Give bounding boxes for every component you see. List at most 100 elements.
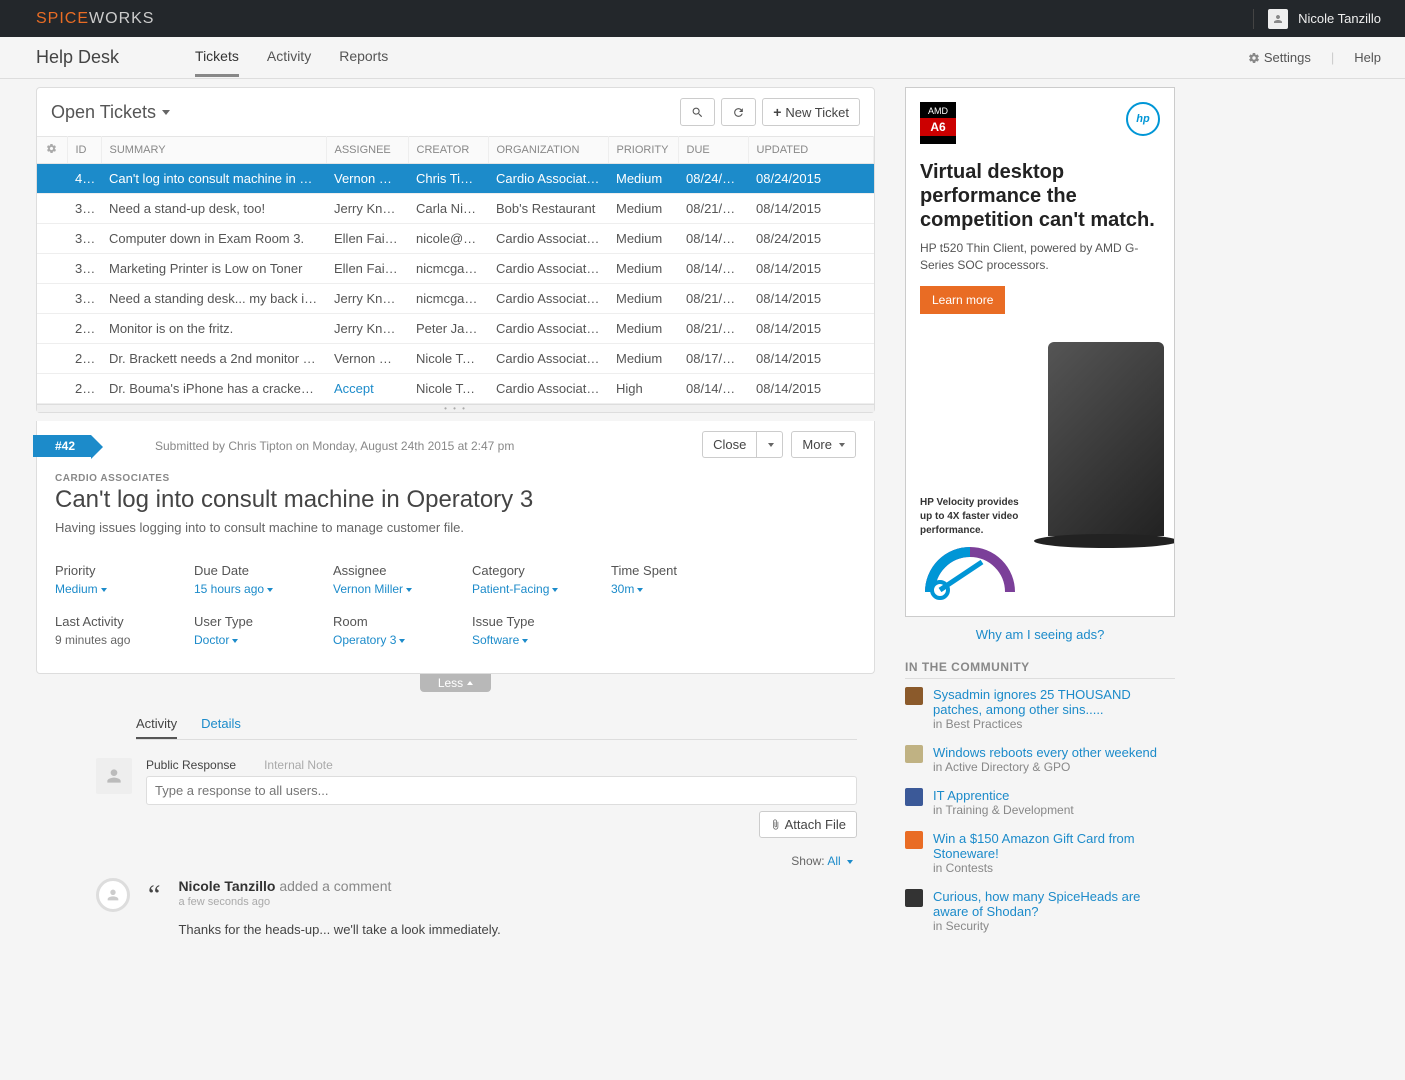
ad-banner[interactable]: AMDA6 hp Virtual desktop performance the… <box>905 87 1175 617</box>
user-area[interactable]: Nicole Tanzillo <box>1249 9 1381 29</box>
comment-time: a few seconds ago <box>178 896 857 908</box>
close-button[interactable]: Close <box>702 431 756 458</box>
tab-tickets[interactable]: Tickets <box>195 38 239 77</box>
community-link[interactable]: Win a $150 Amazon Gift Card from Stonewa… <box>933 831 1135 861</box>
attach-file-button[interactable]: Attach File <box>759 811 857 838</box>
ticket-list-panel: Open Tickets + New Ticket ID SUMMARY ASS… <box>36 87 875 413</box>
show-all-link[interactable]: All <box>827 854 853 868</box>
col-updated[interactable]: UPDATED <box>748 137 874 164</box>
comment-header: Nicole Tanzillo added a comment <box>178 878 857 894</box>
time-label: Time Spent <box>611 563 750 578</box>
response-input[interactable] <box>146 776 857 805</box>
community-icon <box>905 831 923 849</box>
col-assignee[interactable]: ASSIGNEE <box>326 137 408 164</box>
table-row[interactable]: 35Need a stand-up desk, too!Jerry KnopeC… <box>37 194 874 224</box>
gear-icon <box>1248 52 1260 64</box>
caret-up-icon <box>467 681 473 685</box>
page-title: Help Desk <box>36 47 119 68</box>
table-row[interactable]: 24Dr. Bouma's iPhone has a cracked scree… <box>37 374 874 404</box>
table-row[interactable]: 42Can't log into consult machine in Oper… <box>37 164 874 194</box>
caret-down-icon <box>162 110 170 115</box>
category-value[interactable]: Patient-Facing <box>472 582 558 596</box>
community-category: in Active Directory & GPO <box>933 760 1157 774</box>
less-button[interactable]: Less <box>420 674 491 692</box>
ad-headline: Virtual desktop performance the competit… <box>920 160 1160 232</box>
caret-down-icon <box>839 443 845 447</box>
col-due[interactable]: DUE <box>678 137 748 164</box>
settings-link[interactable]: Settings <box>1248 50 1311 65</box>
table-row[interactable]: 32Computer down in Exam Room 3.Ellen Fai… <box>37 224 874 254</box>
community-icon <box>905 687 923 705</box>
col-priority[interactable]: PRIORITY <box>608 137 678 164</box>
gauge-icon <box>920 542 1020 602</box>
close-button-group: Close <box>702 431 783 458</box>
usertype-value[interactable]: Doctor <box>194 633 238 647</box>
subtab-activity[interactable]: Activity <box>136 710 177 739</box>
search-button[interactable] <box>680 98 715 126</box>
tab-reports[interactable]: Reports <box>339 38 388 77</box>
table-row[interactable]: 27Monitor is on the fritz.Jerry KnopePet… <box>37 314 874 344</box>
col-organization[interactable]: ORGANIZATION <box>488 137 608 164</box>
community-category: in Best Practices <box>933 717 1175 731</box>
community-icon <box>905 889 923 907</box>
public-response-tab[interactable]: Public Response <box>146 758 236 772</box>
community-category: in Contests <box>933 861 1175 875</box>
logo-first: SPICE <box>36 10 89 27</box>
organization-label: CARDIO ASSOCIATES <box>55 473 856 484</box>
community-heading: IN THE COMMUNITY <box>905 660 1175 679</box>
logo[interactable]: SPICEWORKS <box>36 10 154 28</box>
close-dropdown[interactable] <box>756 431 783 458</box>
due-value[interactable]: 15 hours ago <box>194 582 273 596</box>
gear-icon <box>46 143 57 154</box>
col-summary[interactable]: SUMMARY <box>101 137 326 164</box>
community-item[interactable]: Curious, how many SpiceHeads are aware o… <box>905 889 1175 933</box>
community-link[interactable]: Sysadmin ignores 25 THOUSAND patches, am… <box>933 687 1131 717</box>
ticket-description: Having issues logging into to consult ma… <box>55 520 856 535</box>
due-label: Due Date <box>194 563 333 578</box>
col-id[interactable]: ID <box>67 137 101 164</box>
col-creator[interactable]: CREATOR <box>408 137 488 164</box>
community-item[interactable]: Win a $150 Amazon Gift Card from Stonewa… <box>905 831 1175 875</box>
tab-activity[interactable]: Activity <box>267 38 311 77</box>
priority-value[interactable]: Medium <box>55 582 107 596</box>
col-gear[interactable] <box>37 137 67 164</box>
new-ticket-button[interactable]: + New Ticket <box>762 98 860 126</box>
caret-down-icon <box>768 443 774 447</box>
logo-second: WORKS <box>89 10 154 27</box>
topbar: SPICEWORKS Nicole Tanzillo <box>0 0 1405 37</box>
splitter-handle[interactable]: • • • <box>37 404 874 412</box>
community-link[interactable]: Curious, how many SpiceHeads are aware o… <box>933 889 1140 919</box>
subtab-details[interactable]: Details <box>201 710 241 739</box>
table-row[interactable]: 30Need a standing desk... my back is ser… <box>37 284 874 314</box>
community-item[interactable]: Windows reboots every other weekendin Ac… <box>905 745 1175 774</box>
table-row[interactable]: 31Marketing Printer is Low on TonerEllen… <box>37 254 874 284</box>
community-icon <box>905 788 923 806</box>
community-link[interactable]: IT Apprentice <box>933 788 1009 803</box>
assignee-value[interactable]: Vernon Miller <box>333 582 412 596</box>
open-tickets-dropdown[interactable]: Open Tickets <box>51 102 170 123</box>
room-label: Room <box>333 614 472 629</box>
category-label: Category <box>472 563 611 578</box>
community-icon <box>905 745 923 763</box>
why-ads-link[interactable]: Why am I seeing ads? <box>905 627 1175 642</box>
help-link[interactable]: Help <box>1354 50 1381 65</box>
paperclip-icon <box>770 819 781 830</box>
refresh-button[interactable] <box>721 98 756 126</box>
refresh-icon <box>732 106 745 119</box>
table-row[interactable]: 26Dr. Brackett needs a 2nd monitor in op… <box>37 344 874 374</box>
community-link[interactable]: Windows reboots every other weekend <box>933 745 1157 760</box>
ticket-title: Can't log into consult machine in Operat… <box>55 486 856 514</box>
last-label: Last Activity <box>55 614 194 629</box>
show-filter: Show: All <box>146 854 857 868</box>
community-item[interactable]: Sysadmin ignores 25 THOUSAND patches, am… <box>905 687 1175 731</box>
more-button[interactable]: More <box>791 431 856 458</box>
user-avatar-icon <box>1268 9 1288 29</box>
internal-note-tab[interactable]: Internal Note <box>264 758 333 772</box>
time-value[interactable]: 30m <box>611 582 643 596</box>
ad-copy: HP t520 Thin Client, powered by AMD G-Se… <box>920 240 1160 274</box>
learn-more-button[interactable]: Learn more <box>920 286 1005 314</box>
community-item[interactable]: IT Apprenticein Training & Development <box>905 788 1175 817</box>
room-value[interactable]: Operatory 3 <box>333 633 405 647</box>
ad-velocity-text: HP Velocity provides up to 4X faster vid… <box>920 496 1030 538</box>
issue-value[interactable]: Software <box>472 633 528 647</box>
